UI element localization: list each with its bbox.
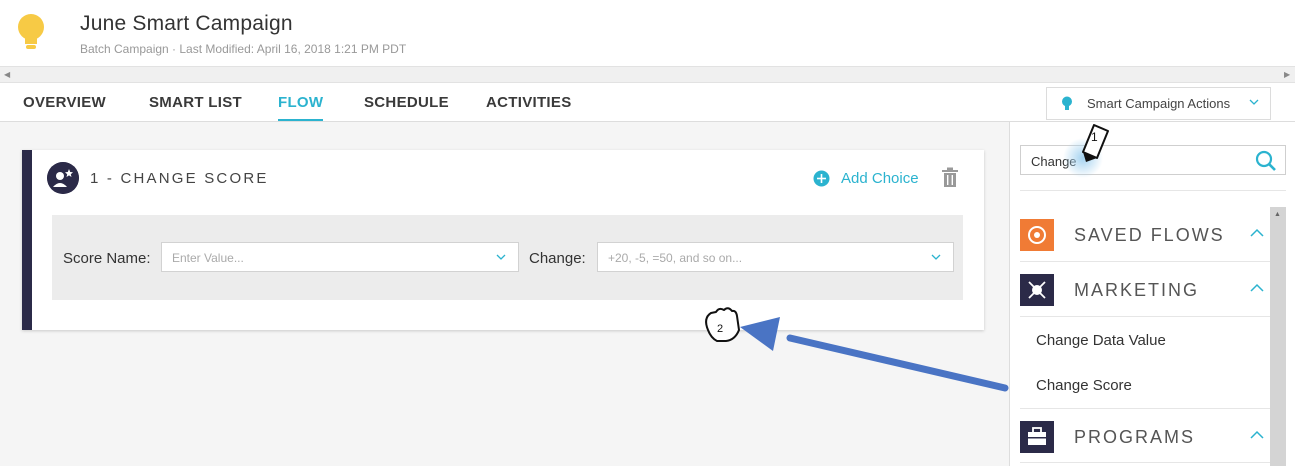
flow-actions-sidebar: Change SAVED FLOWS MARKETING Change Data…: [1009, 122, 1295, 466]
flow-search-value: Change: [1031, 154, 1077, 169]
scroll-up-icon[interactable]: ▲: [1274, 211, 1281, 218]
campaign-header: June Smart Campaign Batch Campaign · Las…: [0, 0, 1295, 66]
scroll-right-icon[interactable]: ▶: [1284, 70, 1290, 79]
score-name-label: Score Name:: [63, 250, 151, 267]
briefcase-icon: [1020, 421, 1054, 453]
smart-campaign-actions-button[interactable]: Smart Campaign Actions: [1046, 87, 1271, 120]
flow-step-card[interactable]: 1 - CHANGE SCORE Add Choice Score Name: …: [22, 150, 984, 330]
marketing-icon: [1020, 274, 1054, 306]
chevron-down-icon: [496, 254, 506, 260]
smart-campaign-actions-label: Smart Campaign Actions: [1087, 96, 1231, 111]
tab-smart-list[interactable]: SMART LIST: [149, 94, 242, 111]
tab-flow[interactable]: FLOW: [278, 94, 324, 121]
change-label: Change:: [529, 250, 586, 267]
trash-icon[interactable]: [941, 167, 959, 188]
chevron-up-icon: [1250, 228, 1264, 237]
change-placeholder: +20, -5, =50, and so on...: [608, 251, 743, 265]
chevron-down-icon: [931, 254, 941, 260]
marketing-label: MARKETING: [1074, 280, 1200, 300]
score-name-select[interactable]: Enter Value...: [161, 242, 519, 272]
lightbulb-icon: [1062, 96, 1072, 110]
sidebar-section-saved-flows[interactable]: SAVED FLOWS: [1020, 207, 1270, 262]
flow-step-parameters: Score Name: Enter Value... Change: +20, …: [52, 215, 963, 300]
tab-overview[interactable]: OVERVIEW: [23, 94, 106, 111]
programs-label: PROGRAMS: [1074, 427, 1196, 447]
sidebar-scrollbar[interactable]: ▲: [1270, 207, 1286, 466]
scroll-left-icon[interactable]: ◀: [4, 70, 10, 79]
lightbulb-icon: [18, 14, 44, 49]
tab-activities[interactable]: ACTIVITIES: [486, 94, 572, 111]
flow-search-input[interactable]: Change: [1020, 145, 1286, 175]
campaign-title: June Smart Campaign: [80, 12, 293, 35]
sidebar-section-marketing[interactable]: MARKETING: [1020, 262, 1270, 317]
horizontal-scrollbar[interactable]: ◀ ▶: [0, 66, 1295, 83]
flow-action-change-score[interactable]: Change Score: [1036, 377, 1132, 394]
tab-schedule[interactable]: SCHEDULE: [364, 94, 449, 111]
flow-step-title: 1 - CHANGE SCORE: [90, 170, 269, 187]
plus-circle-icon: [813, 170, 830, 187]
sidebar-section-programs[interactable]: PROGRAMS: [1020, 408, 1270, 463]
chevron-down-icon: [1249, 99, 1259, 105]
score-name-placeholder: Enter Value...: [172, 251, 244, 265]
saved-flows-icon: [1020, 219, 1054, 251]
change-select[interactable]: +20, -5, =50, and so on...: [597, 242, 954, 272]
campaign-subtitle: Batch Campaign · Last Modified: April 16…: [80, 42, 407, 56]
chevron-up-icon: [1250, 283, 1264, 292]
add-choice-label: Add Choice: [841, 170, 919, 187]
change-score-icon: [47, 162, 79, 194]
chevron-up-icon: [1250, 430, 1264, 439]
search-icon[interactable]: [1255, 150, 1277, 172]
saved-flows-label: SAVED FLOWS: [1074, 225, 1225, 245]
sidebar-divider: [1020, 190, 1286, 191]
flow-action-change-data-value[interactable]: Change Data Value: [1036, 332, 1166, 349]
